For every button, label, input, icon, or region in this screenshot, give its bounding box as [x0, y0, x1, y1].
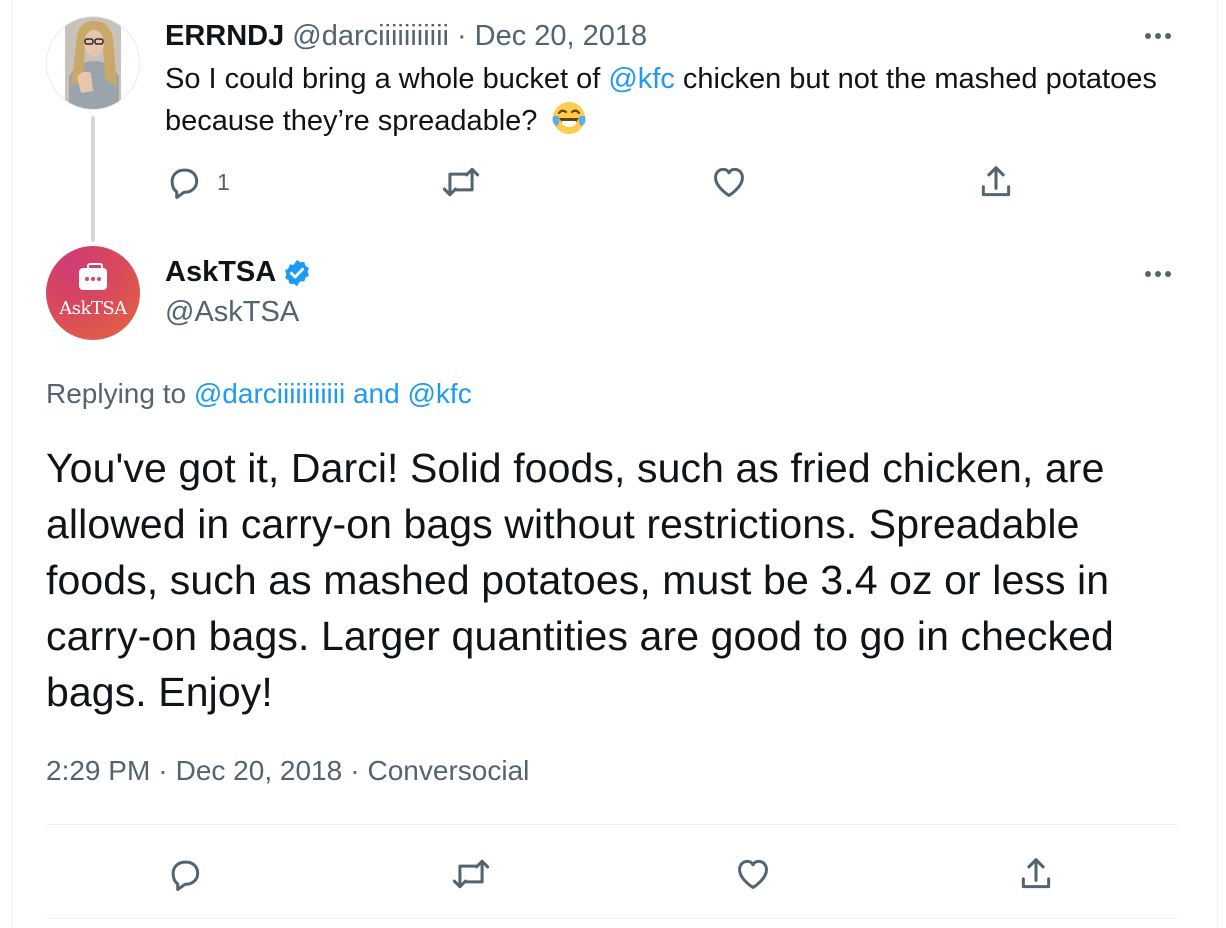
share-icon [1021, 858, 1051, 889]
retweet-button[interactable] [442, 163, 480, 201]
heart-icon [714, 167, 744, 197]
verified-badge-icon [285, 259, 310, 286]
tweet-date[interactable]: Dec 20, 2018 [475, 20, 648, 53]
retweet-button[interactable] [452, 855, 490, 893]
divider [46, 824, 1178, 825]
author-name[interactable]: ERRNDJ [165, 20, 284, 53]
tweet-time[interactable]: 2:29 PM [46, 755, 150, 786]
user-photo-icon [47, 17, 139, 109]
more-icon [1145, 33, 1171, 39]
mention-link-kfc[interactable]: @kfc [407, 378, 471, 409]
author-name[interactable]: AskTSA [165, 256, 276, 289]
more-icon [1145, 271, 1171, 277]
avatar[interactable]: AskTSA [46, 246, 140, 340]
replying-prefix: Replying to [46, 378, 194, 409]
like-button[interactable] [710, 163, 748, 201]
replying-and[interactable]: and [345, 378, 407, 409]
separator: · [456, 19, 467, 52]
tweet-date[interactable]: Dec 20, 2018 [176, 755, 343, 786]
tweet-text: You've got it, Darci! Solid foods, such … [46, 445, 1114, 715]
more-options-button[interactable] [1140, 24, 1176, 48]
more-options-button[interactable] [1140, 262, 1176, 286]
separator: · [158, 755, 168, 786]
briefcase-chat-icon [79, 263, 107, 290]
thread-connector-line [91, 116, 95, 242]
author-handle[interactable]: @AskTSA [165, 296, 299, 329]
tweet-header: ERRNDJ @darciiiiiiiiiii · Dec 20, 2018 [165, 16, 647, 56]
reply-button[interactable] [166, 855, 204, 893]
mention-link-kfc[interactable]: @kfc [608, 63, 675, 95]
like-button[interactable] [734, 855, 772, 893]
face-with-tears-of-joy-icon [552, 102, 586, 134]
replying-to: Replying to @darciiiiiiiiiii and @kfc [46, 378, 472, 410]
author-name-row: AskTSA [165, 256, 312, 289]
heart-icon [738, 859, 768, 889]
reply-icon [170, 168, 199, 200]
share-button[interactable] [1017, 855, 1055, 893]
author-handle[interactable]: @darciiiiiiiiiii [292, 20, 449, 53]
divider [46, 918, 1178, 919]
separator: · [350, 755, 360, 786]
tweet-text: So I could bring a whole bucket of @kfc … [165, 58, 1165, 142]
reply-button[interactable]: 1 [165, 163, 230, 201]
reply-icon [171, 860, 200, 892]
mention-link-darci[interactable]: @darciiiiiiiiiii [194, 378, 345, 409]
tweet-text-part: So I could bring a whole bucket of [165, 63, 609, 95]
retweet-icon [452, 859, 490, 889]
avatar[interactable] [46, 16, 140, 110]
share-icon [981, 166, 1011, 197]
tweet-source[interactable]: Conversocial [368, 755, 530, 786]
avatar-label: AskTSA [59, 298, 127, 319]
retweet-icon [442, 167, 480, 197]
share-button[interactable] [977, 163, 1015, 201]
tweet-metadata: 2:29 PM · Dec 20, 2018 · Conversocial [46, 755, 529, 787]
reply-count: 1 [217, 168, 230, 195]
